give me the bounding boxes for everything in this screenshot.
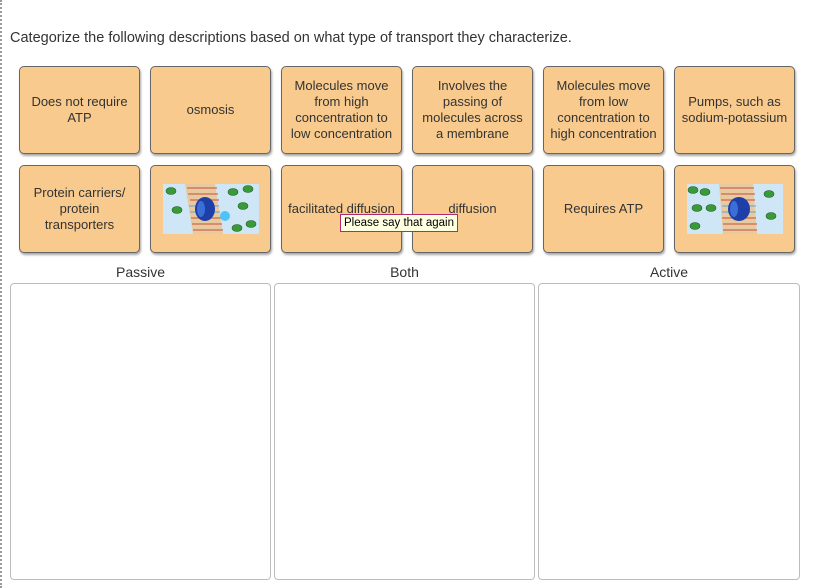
zone-label-passive: Passive: [115, 264, 166, 280]
tile-label: Molecules move from high concentration t…: [290, 78, 393, 141]
tile-label: Protein carriers/ protein transporters: [33, 185, 126, 232]
tile-protein-carriers[interactable]: Protein carriers/ protein transporters: [19, 165, 140, 253]
tile-diffusion[interactable]: diffusion: [412, 165, 533, 253]
tile-does-not-require-atp[interactable]: Does not require ATP: [19, 66, 140, 154]
tile-label: Does not require ATP: [31, 94, 128, 125]
drop-zone-active[interactable]: [538, 283, 800, 580]
drop-zone-passive[interactable]: [10, 283, 271, 580]
instruction-text: Categorize the following descriptions ba…: [10, 30, 572, 46]
tile-label: osmosis: [186, 102, 235, 117]
tile-requires-atp[interactable]: Requires ATP: [543, 165, 664, 253]
tile-high-to-low[interactable]: Molecules move from high concentration t…: [281, 66, 402, 154]
tile-pumps[interactable]: Pumps, such as sodium-potassium: [674, 66, 795, 154]
tooltip: Please say that again: [340, 214, 458, 232]
pump-protein-membrane-image: [686, 184, 783, 234]
left-dotted-border: [0, 0, 6, 588]
tile-label: Involves the passing of molecules across…: [422, 78, 523, 141]
tile-carrier-image[interactable]: [150, 165, 271, 253]
carrier-protein-membrane-image: [162, 184, 259, 234]
tile-pump-image[interactable]: [674, 165, 795, 253]
drop-zone-both[interactable]: [274, 283, 535, 580]
tile-low-to-high[interactable]: Molecules move from low concentration to…: [543, 66, 664, 154]
tile-label: Molecules move from low concentration to…: [550, 78, 657, 141]
tile-osmosis[interactable]: osmosis: [150, 66, 271, 154]
tile-label: Requires ATP: [563, 201, 644, 216]
zone-label-active: Active: [649, 264, 689, 280]
tile-label: Pumps, such as sodium-potassium: [681, 94, 788, 125]
tile-across-membrane[interactable]: Involves the passing of molecules across…: [412, 66, 533, 154]
zone-label-both: Both: [390, 264, 419, 280]
tile-facilitated-diffusion[interactable]: facilitated diffusion: [281, 165, 402, 253]
